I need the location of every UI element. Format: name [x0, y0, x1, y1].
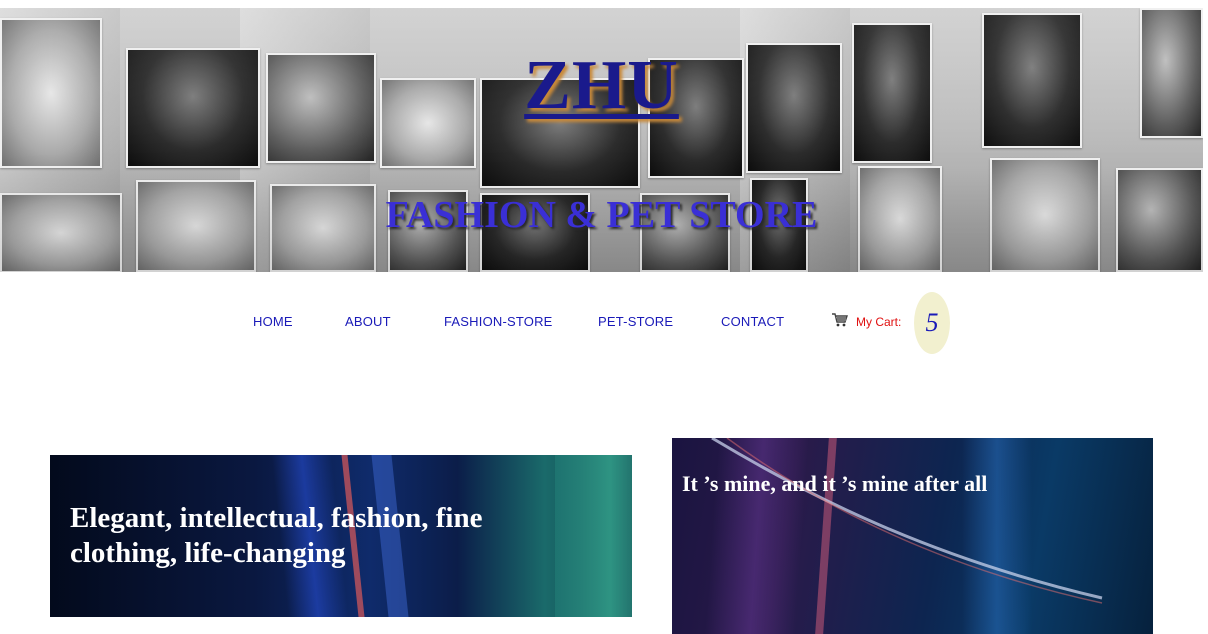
store-subtitle: FASHION & PET STORE — [385, 194, 818, 236]
promo-card-fashion[interactable]: Elegant, intellectual, fashion, fine clo… — [50, 455, 632, 617]
nav-home-link[interactable]: HOME — [253, 314, 293, 329]
nav-contact-link[interactable]: CONTACT — [721, 314, 784, 329]
cart-link[interactable]: My Cart: — [832, 312, 901, 332]
cart-icon — [832, 312, 848, 332]
nav-about-link[interactable]: ABOUT — [345, 314, 391, 329]
brand-title[interactable]: ZHU — [0, 46, 1203, 126]
promo-card-title: Elegant, intellectual, fashion, fine clo… — [70, 502, 483, 569]
promo-card-title: It ’s mine, and it ’s mine after all — [682, 471, 988, 496]
main-navigation: HOME ABOUT FASHION-STORE PET-STORE CONTA… — [0, 292, 1208, 354]
cart-count-badge: 5 — [914, 292, 950, 354]
light-curve — [711, 438, 1103, 604]
promo-card-pet[interactable]: It ’s mine, and it ’s mine after all — [672, 438, 1153, 634]
nav-pet-store-link[interactable]: PET-STORE — [598, 314, 673, 329]
light-streak — [555, 455, 632, 617]
cart-label: My Cart: — [856, 315, 902, 329]
hero-banner: ZHU FASHION & PET STORE — [0, 8, 1203, 272]
nav-fashion-store-link[interactable]: FASHION-STORE — [444, 314, 553, 329]
